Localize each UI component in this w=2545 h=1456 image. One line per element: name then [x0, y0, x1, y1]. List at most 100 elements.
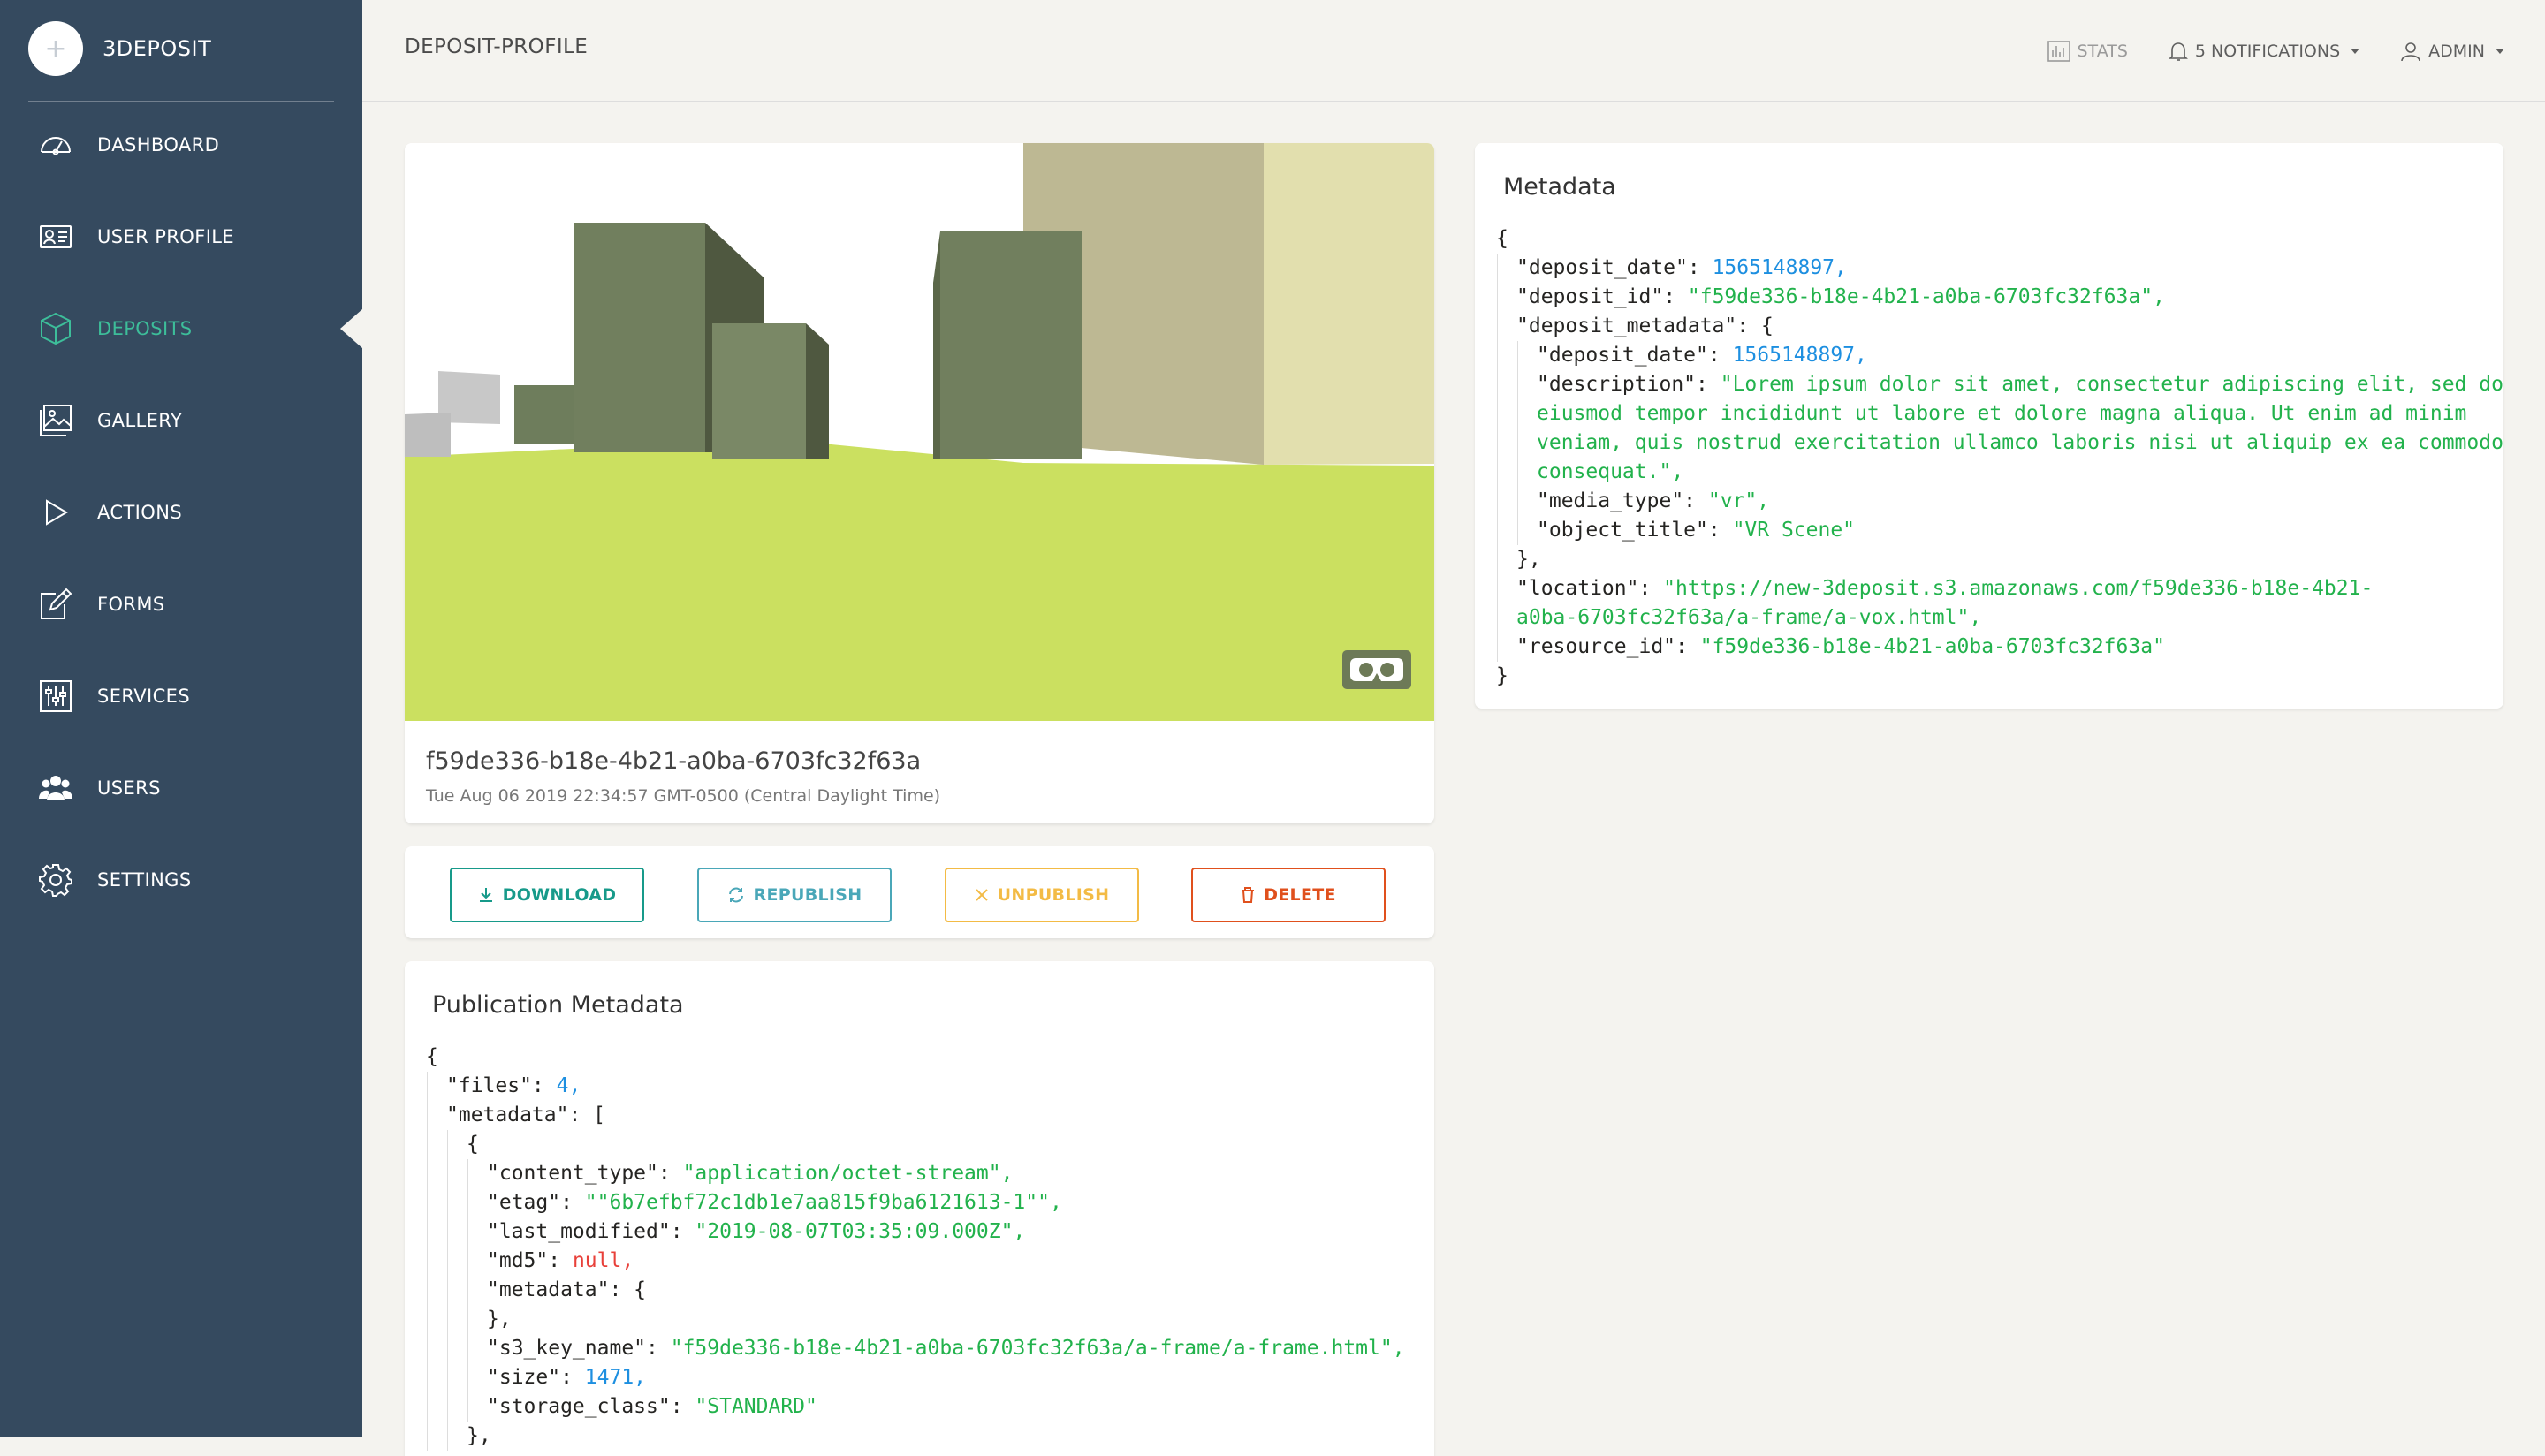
gear-icon: [38, 862, 73, 898]
download-button[interactable]: DOWNLOAD: [450, 868, 644, 922]
sliders-icon: [38, 679, 73, 714]
metadata-card: Metadata {"deposit_date": 1565148897,"de…: [1475, 143, 2503, 709]
json-line: "md5": null,: [426, 1247, 1405, 1276]
sidebar-item-settings[interactable]: SETTINGS: [0, 845, 362, 915]
json-token: ""6b7efbf72c1db1e7aa815f9ba6121613-1"",: [585, 1191, 1062, 1214]
json-line: "last_modified": "2019-08-07T03:35:09.00…: [426, 1217, 1405, 1247]
json-token: a0ba-6703fc32f63a/a-frame/a-vox.html",: [1516, 606, 1981, 629]
notifications-dropdown[interactable]: 5 NOTIFICATIONS: [2169, 41, 2359, 62]
json-token: "VR Scene": [1733, 519, 1855, 542]
json-line: "metadata": {: [426, 1276, 1405, 1305]
json-token: eiusmod tempor incididunt ut labore et d…: [1537, 402, 2466, 425]
indent-guide: [427, 1247, 446, 1276]
indent-guide: [427, 1305, 446, 1334]
user-label: ADMIN: [2428, 42, 2485, 61]
sidebar-item-gallery[interactable]: GALLERY: [0, 385, 362, 456]
topbar: DEPOSIT-PROFILE STATS 5 NOTIFICATIONS AD…: [362, 0, 2545, 102]
indent-guide: [1517, 428, 1537, 458]
user-icon: [2400, 41, 2421, 62]
json-token: "s3_key_name":: [487, 1337, 671, 1360]
json-line: "deposit_id": "f59de336-b18e-4b21-a0ba-6…: [1496, 283, 2503, 312]
indent-guide: [447, 1363, 467, 1392]
indent-guide: [427, 1188, 446, 1217]
chevron-down-icon: [2496, 49, 2504, 54]
sidebar-item-label: DASHBOARD: [97, 134, 219, 155]
publication-metadata-json: {"files": 4,"metadata": [{"content_type"…: [426, 1043, 1405, 1451]
download-icon: [478, 887, 494, 903]
indent-guide: [427, 1130, 446, 1159]
json-token: "location":: [1516, 577, 1663, 600]
json-token: "deposit_date":: [1537, 344, 1733, 367]
json-token: 1471,: [585, 1366, 646, 1389]
indent-guide: [1497, 254, 1516, 283]
indent-guide: [427, 1392, 446, 1422]
json-line: {: [1496, 224, 2503, 254]
indent-guide: [447, 1247, 467, 1276]
actions-card: DOWNLOAD REPUBLISH UNPUBLISH DELETE: [405, 846, 1434, 938]
indent-guide: [467, 1305, 487, 1334]
publication-metadata-card: Publication Metadata {"files": 4,"metada…: [405, 961, 1434, 1456]
republish-label: REPUBLISH: [754, 885, 862, 905]
cube-icon: [38, 311, 73, 346]
brand-logo[interactable]: + 3DEPOSIT: [28, 21, 211, 76]
json-token: "deposit_metadata": {: [1516, 315, 1774, 337]
indent-guide: [427, 1334, 446, 1363]
indent-guide: [467, 1159, 487, 1188]
json-line: "object_title": "VR Scene": [1496, 516, 2503, 545]
metadata-json: { "deposit_date": 1565148897, "deposit_id"…: [1496, 224, 2503, 691]
sidebar-divider: [28, 101, 334, 102]
json-token: "metadata": {: [487, 1278, 646, 1301]
sidebar-item-forms[interactable]: FORMS: [0, 569, 362, 640]
vr-scene-preview[interactable]: [405, 143, 1434, 721]
unpublish-button[interactable]: UNPUBLISH: [945, 868, 1139, 922]
indent-guide: [467, 1334, 487, 1363]
indent-guide: [427, 1072, 446, 1101]
json-token: "https://new-3deposit.s3.amazonaws.com/f…: [1663, 577, 2373, 600]
top-nav: STATS 5 NOTIFICATIONS ADMIN: [2047, 35, 2545, 67]
sidebar-item-dashboard[interactable]: DASHBOARD: [0, 110, 362, 180]
indent-guide: [467, 1276, 487, 1305]
indent-guide: [1497, 458, 1516, 487]
sidebar-item-actions[interactable]: ACTIONS: [0, 477, 362, 548]
sidebar-item-user-profile[interactable]: USER PROFILE: [0, 201, 362, 272]
stats-link[interactable]: STATS: [2047, 41, 2128, 62]
indent-guide: [447, 1276, 467, 1305]
indent-guide: [1497, 283, 1516, 312]
republish-button[interactable]: REPUBLISH: [697, 868, 892, 922]
indent-guide: [447, 1130, 467, 1159]
json-token: "resource_id":: [1516, 635, 1700, 658]
delete-button[interactable]: DELETE: [1191, 868, 1386, 922]
json-line: consequat.",: [1496, 458, 2503, 487]
publication-metadata-title: Publication Metadata: [432, 991, 684, 1019]
indent-guide: [1497, 603, 1516, 633]
json-token: consequat.",: [1537, 460, 1683, 483]
json-line: "resource_id": "f59de336-b18e-4b21-a0ba-…: [1496, 633, 2503, 662]
indent-guide: [1497, 399, 1516, 428]
vr-glasses-glyph: [1349, 656, 1404, 684]
json-token: "Lorem ipsum dolor sit amet, consectetur…: [1721, 373, 2503, 396]
stats-label: STATS: [2078, 42, 2128, 61]
indent-guide: [427, 1422, 446, 1451]
user-menu[interactable]: ADMIN: [2400, 41, 2504, 62]
json-token: "STANDARD": [695, 1395, 817, 1418]
json-token: {: [467, 1133, 479, 1156]
json-line: "storage_class": "STANDARD": [426, 1392, 1405, 1422]
json-token: "etag":: [487, 1191, 585, 1214]
sidebar-item-label: FORMS: [97, 594, 165, 615]
vr-headset-icon[interactable]: [1342, 650, 1411, 689]
sidebar-item-deposits[interactable]: DEPOSITS: [0, 293, 362, 364]
indent-guide: [427, 1159, 446, 1188]
json-token: 1565148897,: [1733, 344, 1867, 367]
json-token: "f59de336-b18e-4b21-a0ba-6703fc32f63a": [1700, 635, 2165, 658]
indent-guide: [467, 1188, 487, 1217]
sidebar-item-services[interactable]: SERVICES: [0, 661, 362, 732]
json-token: "storage_class":: [487, 1395, 695, 1418]
indent-guide: [1517, 516, 1537, 545]
sidebar-item-label: GALLERY: [97, 410, 182, 431]
sidebar-item-users[interactable]: USERS: [0, 753, 362, 823]
indent-guide: [447, 1217, 467, 1247]
indent-guide: [1497, 516, 1516, 545]
active-indicator: [340, 309, 362, 348]
json-line: "etag": ""6b7efbf72c1db1e7aa815f9ba61216…: [426, 1188, 1405, 1217]
indent-guide: [467, 1247, 487, 1276]
